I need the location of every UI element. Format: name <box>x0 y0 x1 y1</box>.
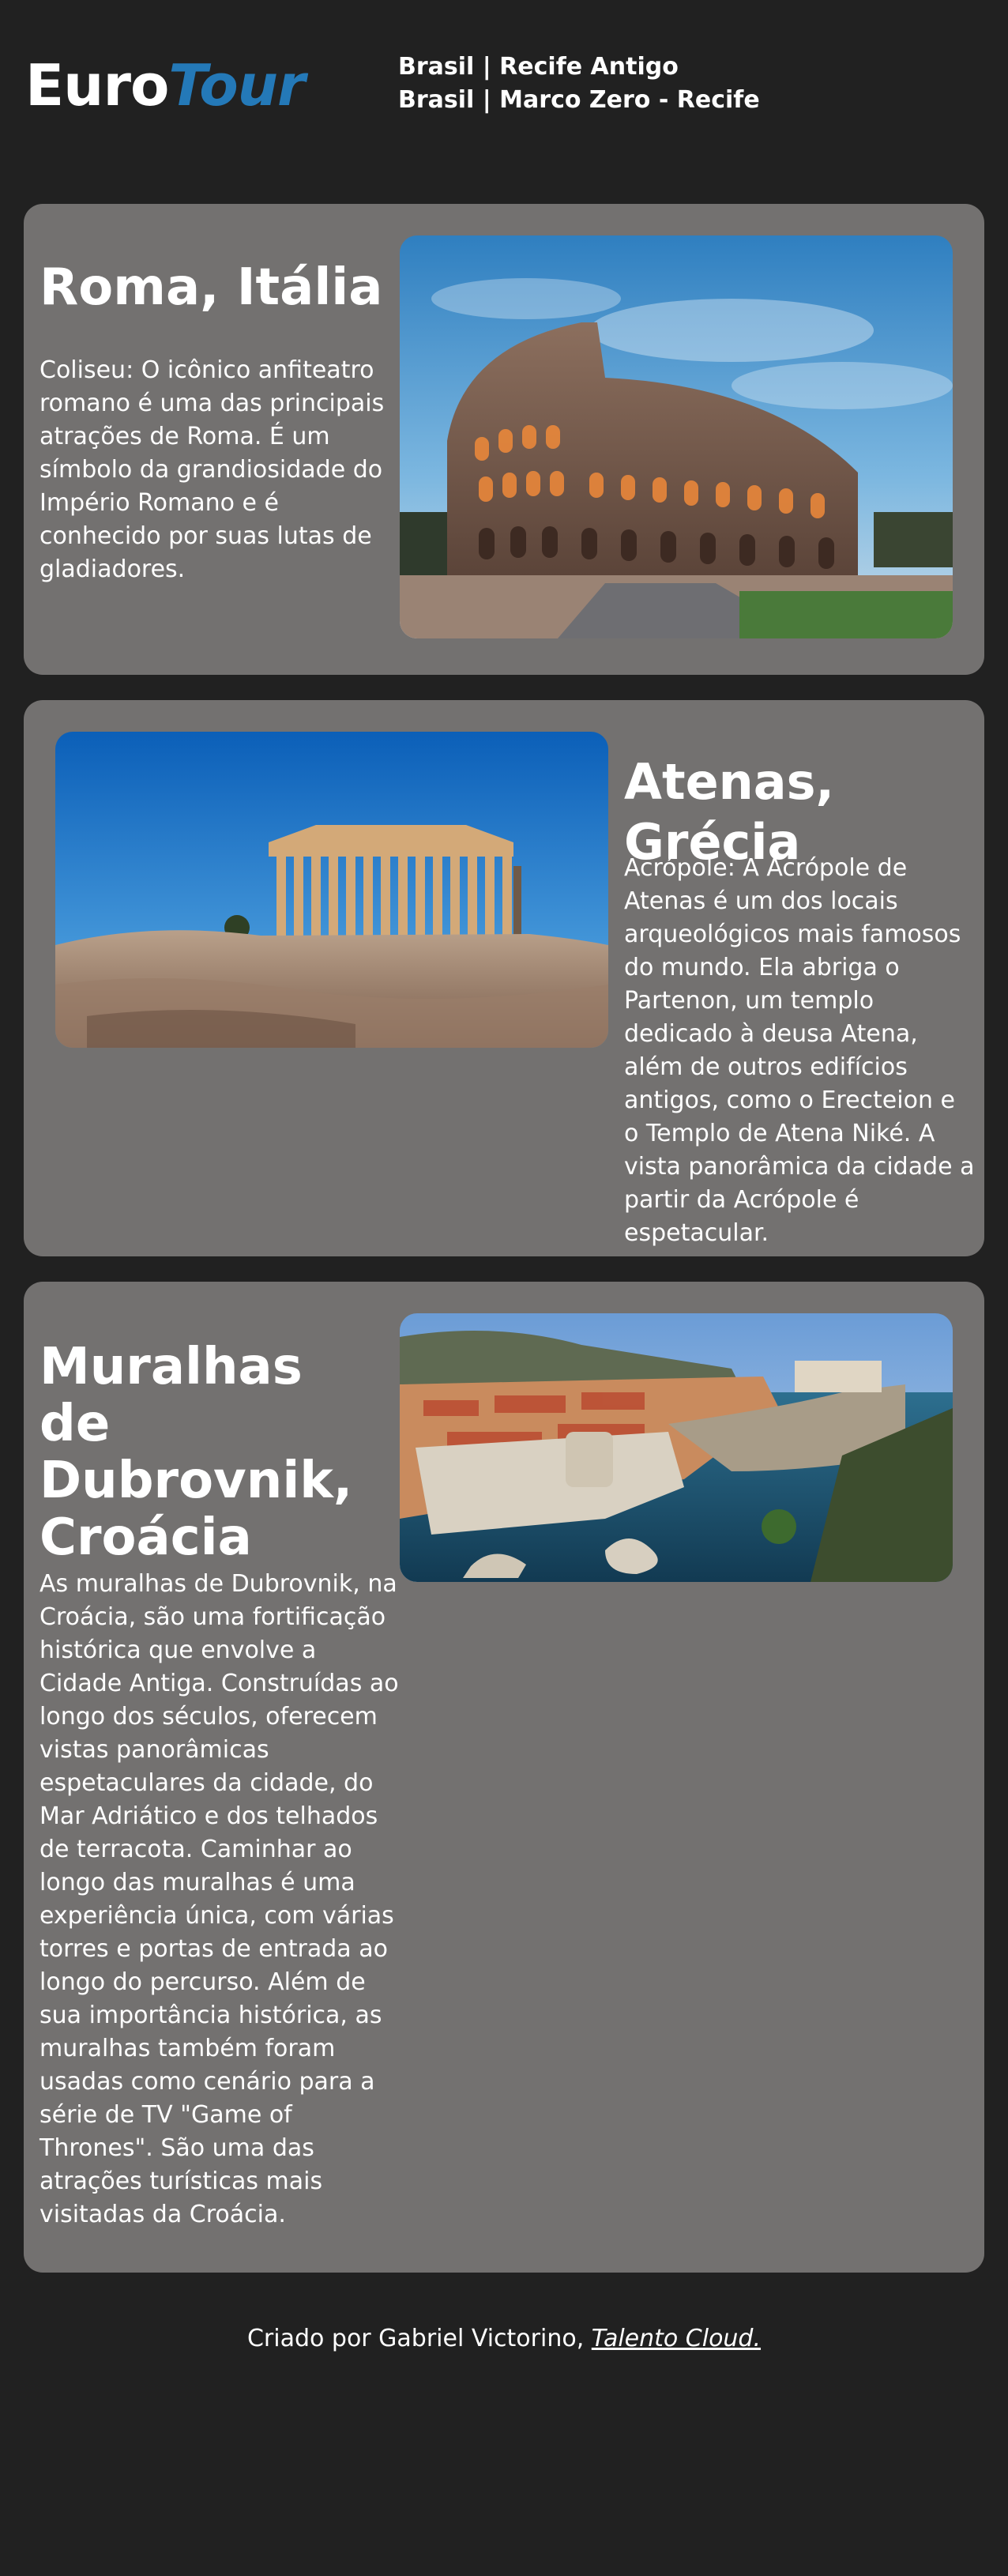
destination-card-roma: Roma, Itália Coliseu: O icônico anfiteat… <box>24 204 984 675</box>
nav-link-recife-antigo[interactable]: Brasil | Recife Antigo <box>398 51 760 84</box>
destination-card-dubrovnik: Muralhas de Dubrovnik, Croácia As muralh… <box>24 1282 984 2273</box>
header-nav: Brasil | Recife Antigo Brasil | Marco Ze… <box>398 51 760 117</box>
footer-credit: Criado por Gabriel Victorino, <box>246 2325 592 2352</box>
card-description: Coliseu: O icônico anfiteatro romano é u… <box>39 356 385 583</box>
footer-link-talento-cloud[interactable]: Talento Cloud. <box>592 2325 761 2352</box>
logo-euro: Euro <box>25 52 169 119</box>
eurotour-logo[interactable]: EuroTour <box>25 52 305 119</box>
nav-link-marco-zero[interactable]: Brasil | Marco Zero - Recife <box>398 84 760 117</box>
destination-card-atenas: Atenas, Grécia Acrópole: A Acrópole de A… <box>24 700 984 1256</box>
card-title: Roma, Itália <box>39 258 383 317</box>
parthenon-photo <box>55 732 608 1048</box>
card-description: Acrópole: A Acrópole de Atenas é um dos … <box>624 854 975 1247</box>
site-footer: Criado por Gabriel Victorino, Talento Cl… <box>0 2323 1008 2355</box>
card-title: Muralhas de Dubrovnik, Croácia <box>39 1338 353 1567</box>
dubrovnik-photo <box>400 1313 953 1582</box>
card-description: As muralhas de Dubrovnik, na Croácia, sã… <box>39 1570 399 2228</box>
colosseum-photo <box>400 235 953 638</box>
logo-tour: Tour <box>168 52 305 119</box>
site-header: EuroTour Brasil | Recife Antigo Brasil |… <box>0 0 1008 158</box>
